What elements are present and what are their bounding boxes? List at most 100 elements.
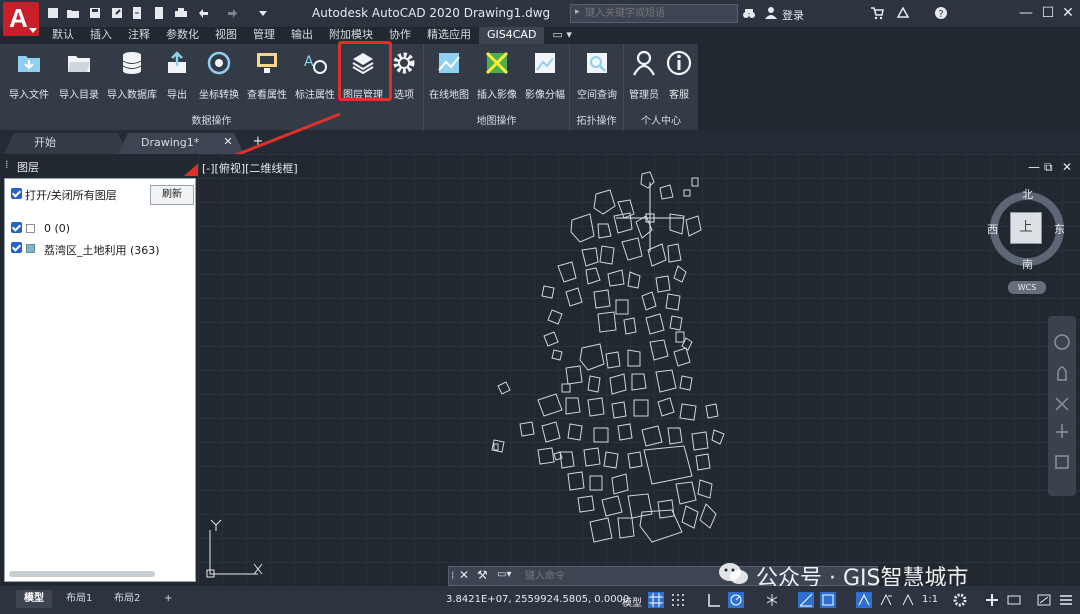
tab-parametric[interactable]: 参数化 xyxy=(158,27,207,44)
layer-row[interactable]: 荔湾区_土地利用 (363) xyxy=(10,241,190,257)
auto-scale-icon[interactable] xyxy=(878,592,894,608)
save-as-icon[interactable] xyxy=(110,6,124,20)
redo-icon[interactable] xyxy=(226,6,240,20)
grid-icon[interactable] xyxy=(648,592,664,608)
admin-button[interactable]: 管理员 xyxy=(626,48,662,104)
refresh-button[interactable]: 刷新 xyxy=(150,185,194,205)
tab-start[interactable]: 开始 xyxy=(6,133,56,154)
import-database-button[interactable]: 导入数据库 xyxy=(104,48,160,104)
status-bar: 模型 布局1 布局2 + 3.8421E+07, 2559924.5805, 0… xyxy=(0,586,1080,614)
navigation-bar-icons xyxy=(1054,334,1070,469)
hardware-acceleration-icon[interactable] xyxy=(1006,592,1022,608)
print-icon[interactable] xyxy=(174,6,188,20)
open-web-icon[interactable] xyxy=(130,6,144,20)
layer-color-swatch xyxy=(26,244,35,253)
share-icon[interactable] xyxy=(152,6,166,20)
export-button[interactable]: 导出 xyxy=(162,48,192,104)
help-icon[interactable]: ? xyxy=(934,6,948,20)
insert-image-button[interactable]: 插入影像 xyxy=(474,48,520,104)
layer-visibility-checkbox[interactable] xyxy=(11,222,22,233)
workspace-gear-icon[interactable] xyxy=(952,592,968,608)
view-attributes-button[interactable]: 查看属性 xyxy=(244,48,290,104)
options-button[interactable]: 选项 xyxy=(390,48,418,104)
object-snap-icon[interactable] xyxy=(820,592,836,608)
model-space-toggle[interactable]: 模型 xyxy=(622,594,642,609)
layer-name: 荔湾区_土地利用 (363) xyxy=(44,244,160,257)
wrench-icon[interactable]: ⚒ xyxy=(477,568,488,582)
annotation-scale-icon[interactable] xyxy=(900,592,916,608)
tab-output[interactable]: 输出 xyxy=(283,27,321,44)
label-attributes-button[interactable]: A 标注属性 xyxy=(292,48,338,104)
ortho-icon[interactable] xyxy=(706,592,722,608)
compass-north: 北 xyxy=(1022,188,1033,201)
annotation-scale[interactable]: 1:1 xyxy=(922,594,938,605)
layer-color-swatch xyxy=(26,224,35,233)
horizontal-scrollbar[interactable] xyxy=(9,571,155,577)
add-icon[interactable] xyxy=(984,592,1000,608)
svg-text:A: A xyxy=(304,54,314,70)
tab-layout2[interactable]: 布局2 xyxy=(106,590,148,608)
tab-insert[interactable]: 插入 xyxy=(82,27,120,44)
spatial-query-button[interactable]: 空间查询 xyxy=(574,48,620,104)
object-snap-tracking-icon[interactable] xyxy=(798,592,814,608)
tab-default[interactable]: 默认 xyxy=(44,27,82,44)
customer-service-button[interactable]: 客服 xyxy=(662,48,696,104)
tab-featured-apps[interactable]: 精选应用 xyxy=(419,27,479,44)
annotation-visibility-icon[interactable] xyxy=(856,592,872,608)
tab-model[interactable]: 模型 xyxy=(16,590,52,608)
isometric-icon[interactable] xyxy=(764,592,780,608)
command-history-icon[interactable]: ▭▾ xyxy=(497,569,511,580)
search-box[interactable]: ▸ xyxy=(570,4,738,23)
minimize-button[interactable]: — xyxy=(1016,4,1036,22)
spatial-query-icon xyxy=(587,53,607,73)
drawing-viewport[interactable]: [-][俯视][二维线框] — ⧉ ✕ 上 北 南 东 西 WCS xyxy=(198,154,1080,586)
viewcube-top-face[interactable]: 上 xyxy=(1010,212,1042,244)
compass-east: 东 xyxy=(1054,223,1065,236)
import-file-button[interactable]: 导入文件 xyxy=(6,48,52,104)
command-grip-icon[interactable]: ⁞ xyxy=(451,569,455,582)
title-bar: A Autodesk AutoCAD 2020 Drawing1.dwg ▸ 登… xyxy=(0,0,1080,36)
new-file-icon[interactable] xyxy=(46,6,60,20)
panel-title-topology-operations: 拓扑操作 xyxy=(576,116,617,127)
login-label[interactable]: 登录 xyxy=(782,7,804,23)
close-button[interactable]: ✕ xyxy=(1058,4,1078,22)
tab-gis4cad[interactable]: GIS4CAD xyxy=(479,27,545,44)
clean-screen-icon[interactable] xyxy=(1036,592,1052,608)
undo-icon[interactable] xyxy=(196,6,210,20)
tab-layout1[interactable]: 布局1 xyxy=(58,590,100,608)
command-close-icon[interactable]: ✕ xyxy=(459,568,469,582)
coordinate-readout: 3.8421E+07, 2559924.5805, 0.0000 xyxy=(446,594,630,605)
navigation-bar[interactable] xyxy=(1048,316,1076,496)
wcs-menu[interactable]: WCS xyxy=(1008,281,1046,294)
panel-grip-icon[interactable]: ⁞ xyxy=(5,158,9,171)
customize-dropdown-icon[interactable] xyxy=(256,6,270,20)
coordinate-transform-button[interactable]: 坐标转换 xyxy=(196,48,242,104)
tab-extra-dropdown[interactable]: ▭ ▾ xyxy=(544,27,579,44)
cart-icon[interactable] xyxy=(870,6,884,20)
polar-tracking-icon[interactable] xyxy=(728,592,744,608)
tab-annotate[interactable]: 注释 xyxy=(120,27,158,44)
panel-map-operations: 在线地图 插入影像 影像分幅 地图操作 xyxy=(424,44,570,130)
image-tiling-button[interactable]: 影像分幅 xyxy=(522,48,568,104)
tab-manage[interactable]: 管理 xyxy=(245,27,283,44)
search-input[interactable] xyxy=(585,6,735,21)
tab-view[interactable]: 视图 xyxy=(207,27,245,44)
add-layout-icon[interactable]: + xyxy=(156,590,180,608)
import-directory-button[interactable]: 导入目录 xyxy=(56,48,102,104)
toggle-all-checkbox[interactable] xyxy=(11,188,22,199)
snap-mode-icon[interactable] xyxy=(670,592,686,608)
layer-row[interactable]: 0 (0) xyxy=(10,221,190,237)
search-expand-icon[interactable]: ▸ xyxy=(575,7,580,17)
user-icon[interactable] xyxy=(764,6,778,20)
binoculars-icon[interactable] xyxy=(742,6,756,20)
ribbon-tab-bar: 默认 插入 注释 参数化 视图 管理 输出 附加模块 协作 精选应用 GIS4C… xyxy=(44,27,580,44)
open-folder-icon[interactable] xyxy=(66,6,80,20)
customization-menu-icon[interactable] xyxy=(1058,592,1074,608)
layer-visibility-checkbox[interactable] xyxy=(11,242,22,253)
save-icon[interactable] xyxy=(88,6,102,20)
a360-icon[interactable] xyxy=(896,6,910,20)
online-map-button[interactable]: 在线地图 xyxy=(426,48,472,104)
maximize-button[interactable]: ☐ xyxy=(1038,4,1058,22)
autocad-logo[interactable]: A xyxy=(3,2,39,36)
view-attributes-icon xyxy=(257,53,277,73)
